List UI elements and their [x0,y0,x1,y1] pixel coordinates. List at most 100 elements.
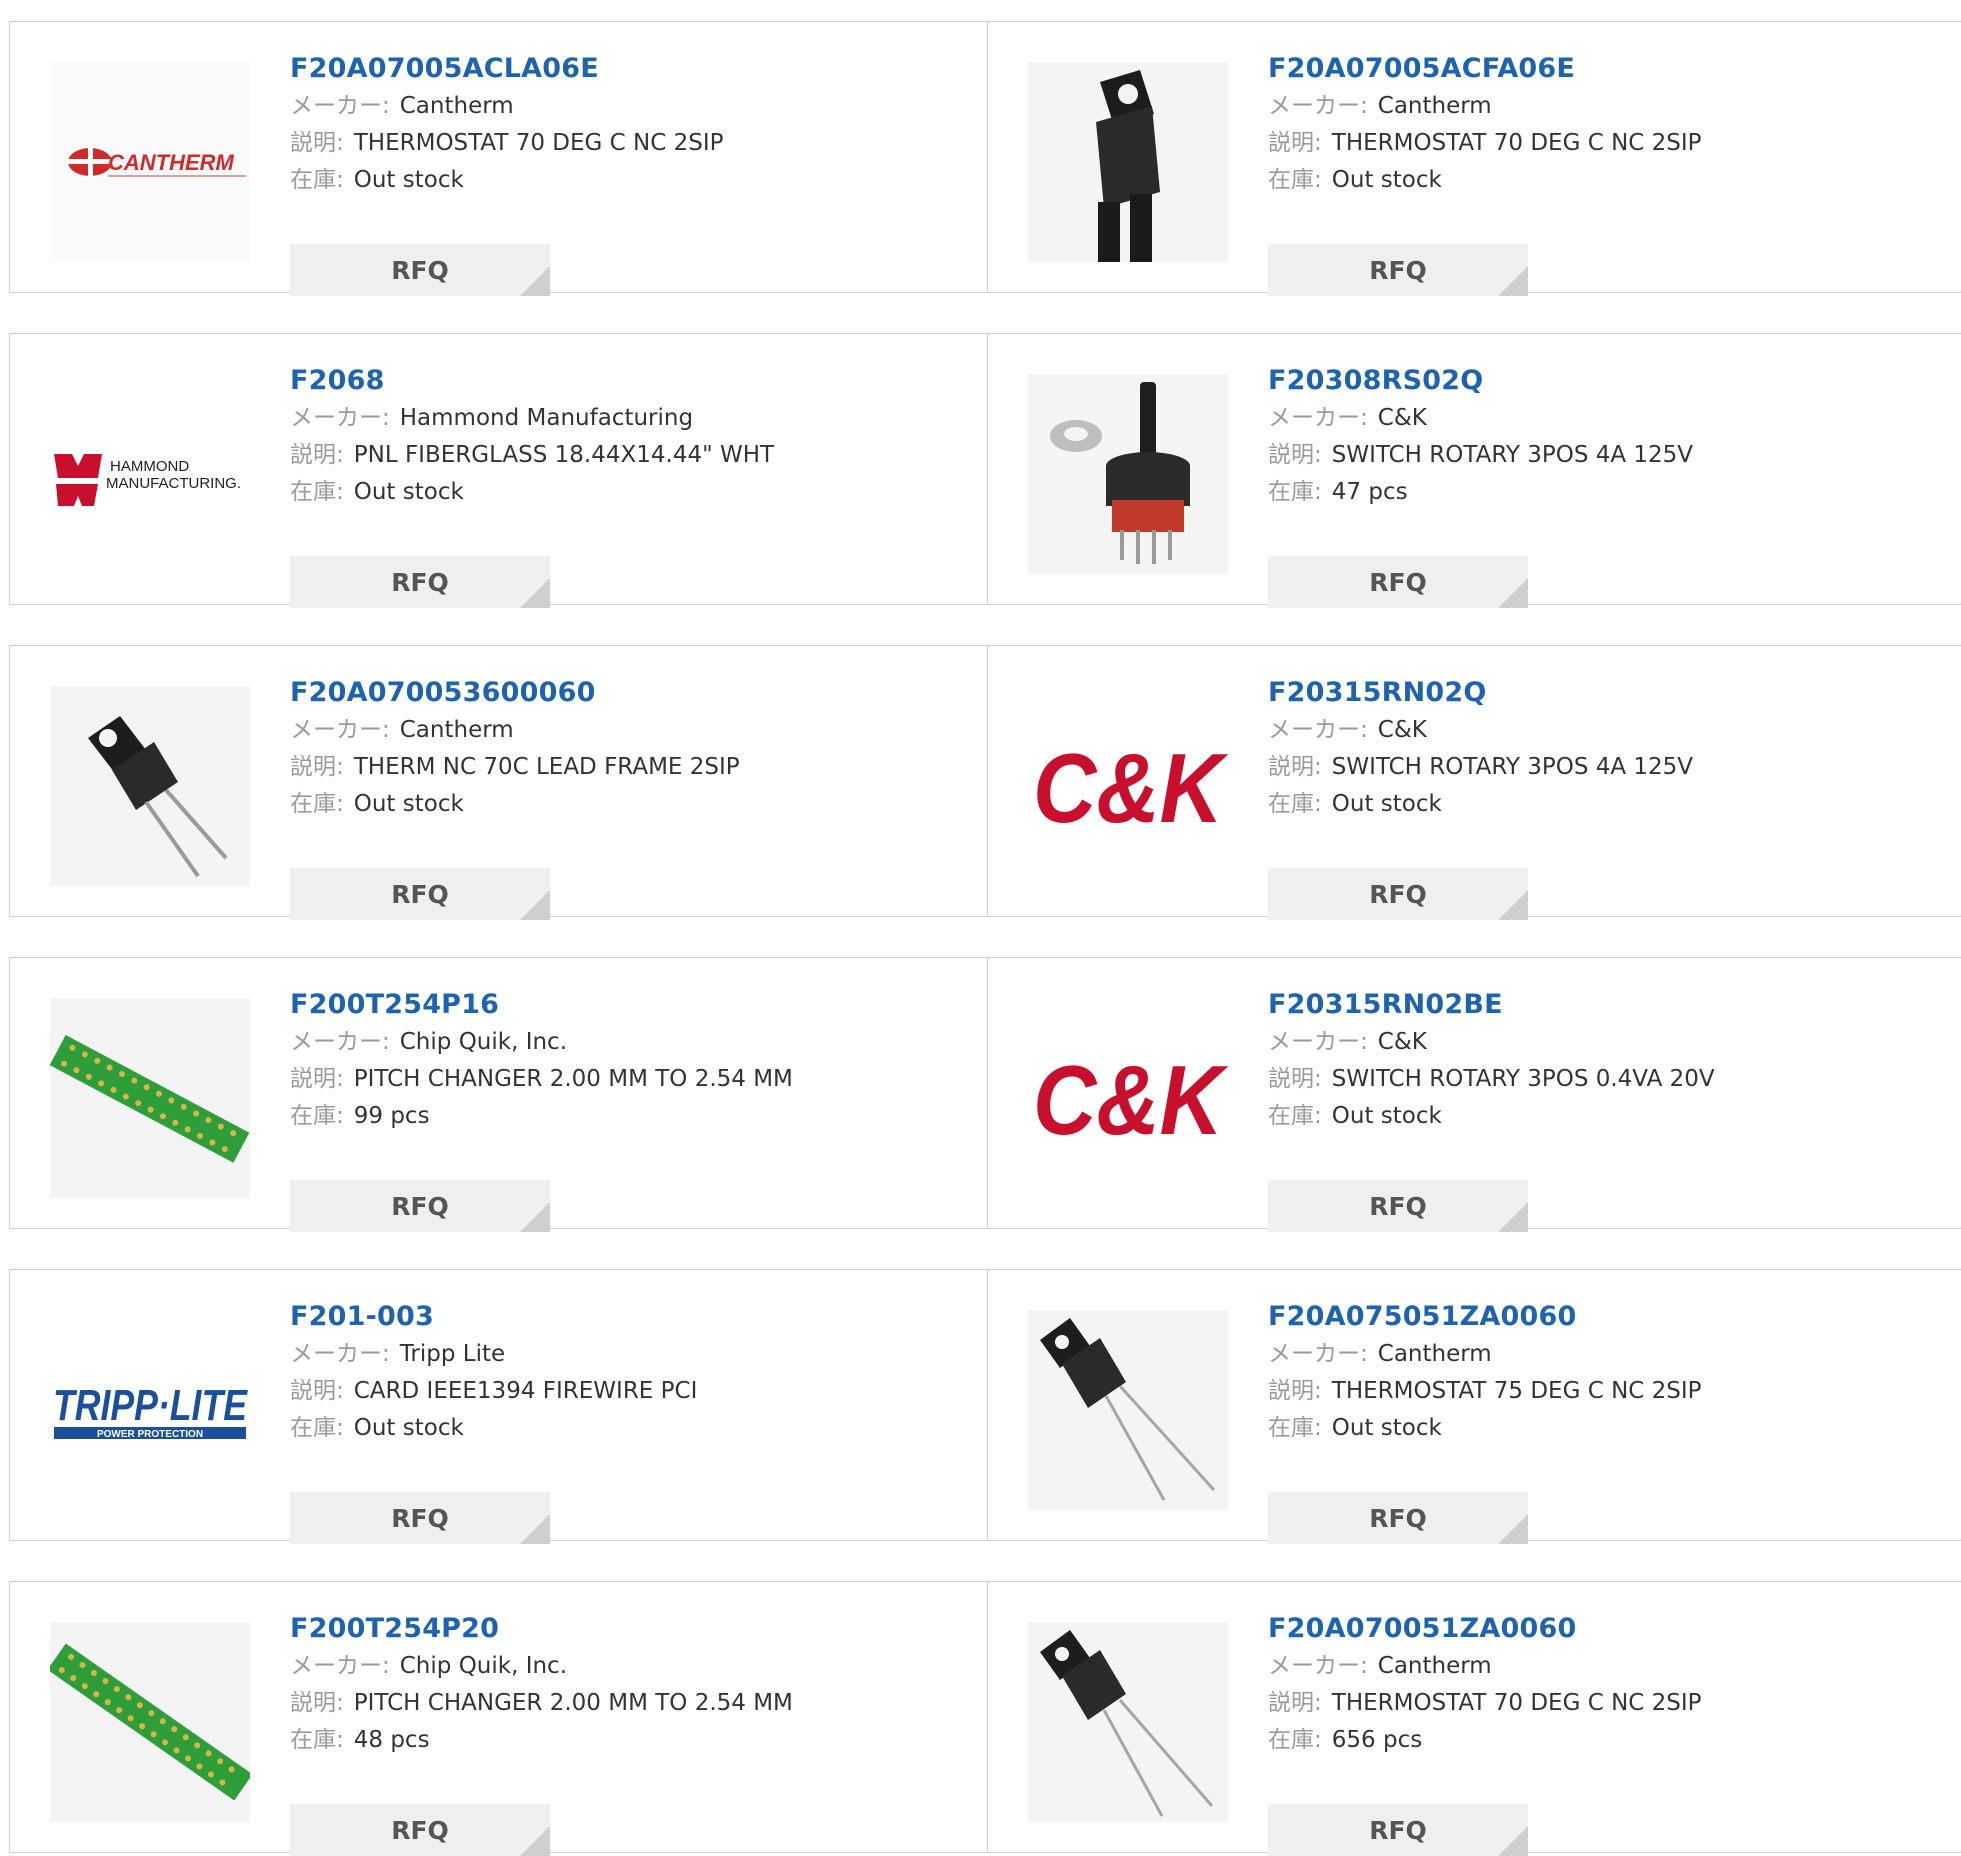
corner-triangle-icon [520,578,550,608]
corner-triangle-icon [1498,1826,1529,1856]
stock-label: 在庫: [1268,791,1322,817]
ck-logo[interactable]: C&K [1028,686,1229,886]
description-label: 説明: [290,754,344,780]
corner-triangle-icon [1498,1514,1529,1544]
rfq-button[interactable]: RFQ [290,868,550,920]
stock-label: 在庫: [1268,1727,1322,1753]
cantherm-logo[interactable]: CANTHERM [50,62,250,262]
part-number-link[interactable]: F20315RN02Q [1268,674,1693,712]
corner-triangle-icon [1498,890,1529,920]
stock-label: 在庫: [1268,479,1322,505]
corner-triangle-icon [520,1826,550,1856]
description-label: 説明: [290,1378,344,1404]
description-value: THERMOSTAT 70 DEG C NC 2SIP [1331,130,1702,156]
part-number-link[interactable]: F20A075051ZA0060 [1268,1298,1702,1336]
manufacturer-label: メーカー: [290,1029,390,1055]
rfq-label: RFQ [391,567,449,597]
description-value: PNL FIBERGLASS 18.44X14.44" WHT [353,442,775,468]
manufacturer-line: メーカー: Cantherm [290,88,724,125]
rfq-button[interactable]: RFQ [1268,556,1529,608]
thermostat-long-lead[interactable] [1028,1310,1229,1510]
stock-line: 在庫: 99 pcs [290,1098,793,1135]
manufacturer-line: メーカー: Hammond Manufacturing [290,400,774,437]
description-line: 説明: THERMOSTAT 70 DEG C NC 2SIP [1268,125,1702,162]
description-line: 説明: PNL FIBERGLASS 18.44X14.44" WHT [290,437,774,474]
rfq-label: RFQ [391,255,449,285]
rfq-button[interactable]: RFQ [1268,244,1529,296]
manufacturer-line: メーカー: Cantherm [1268,1648,1702,1685]
stock-value: Out stock [353,167,464,193]
rfq-button[interactable]: RFQ [1268,868,1529,920]
rfq-label: RFQ [1369,1815,1427,1845]
description-label: 説明: [1268,1690,1322,1716]
manufacturer-label: メーカー: [1268,1341,1368,1367]
description-value: THERMOSTAT 70 DEG C NC 2SIP [353,130,724,156]
rfq-button[interactable]: RFQ [290,1180,550,1232]
product-card: F20A075051ZA0060 メーカー: Cantherm 説明: THERMO… [987,1270,1961,1544]
rfq-button[interactable]: RFQ [290,1804,550,1856]
product-info: F20A070051ZA0060 メーカー: Cantherm 説明: THERMO… [1268,1610,1702,1856]
rotary-switch-photo[interactable] [1028,374,1229,574]
part-number-link[interactable]: F20A070051ZA0060 [1268,1610,1702,1648]
stock-line: 在庫: 48 pcs [290,1722,793,1759]
stock-label: 在庫: [290,1103,344,1129]
manufacturer-label: メーカー: [1268,717,1368,743]
part-number-link[interactable]: F201-003 [290,1298,697,1336]
stock-label: 在庫: [1268,1103,1322,1129]
stock-line: 在庫: Out stock [1268,162,1702,199]
stock-label: 在庫: [1268,1415,1322,1441]
description-line: 説明: THERM NC 70C LEAD FRAME 2SIP [290,749,740,786]
product-card: F20308RS02Q メーカー: C&K 説明: SWITCH ROTARY 3P… [987,334,1961,608]
rfq-button[interactable]: RFQ [290,556,550,608]
thermostat-black-lead[interactable] [1028,62,1229,262]
part-number-link[interactable]: F20A07005ACLA06E [290,50,724,88]
thermostat-long-lead[interactable] [1028,1622,1229,1822]
stock-value: Out stock [1331,791,1442,817]
stock-line: 在庫: 656 pcs [1268,1722,1702,1759]
description-label: 説明: [290,1690,344,1716]
rfq-button[interactable]: RFQ [290,1492,550,1544]
manufacturer-value: C&K [1377,1029,1427,1055]
manufacturer-label: メーカー: [1268,405,1368,431]
stock-label: 在庫: [290,791,344,817]
manufacturer-label: メーカー: [1268,1653,1368,1679]
manufacturer-line: メーカー: Cantherm [1268,88,1702,125]
pcb-adapter[interactable] [50,1622,250,1822]
rfq-button[interactable]: RFQ [1268,1492,1529,1544]
manufacturer-label: メーカー: [290,93,390,119]
stock-line: 在庫: Out stock [1268,1098,1715,1135]
part-number-link[interactable]: F20308RS02Q [1268,362,1693,400]
part-number-link[interactable]: F20315RN02BE [1268,986,1715,1024]
product-card: TRIPP·LITE POWER PROTECTION F201-003 メーカ… [10,1270,987,1544]
rfq-label: RFQ [1369,567,1427,597]
manufacturer-line: メーカー: Chip Quik, Inc. [290,1024,793,1061]
rfq-button[interactable]: RFQ [1268,1180,1529,1232]
description-value: THERMOSTAT 70 DEG C NC 2SIP [1331,1690,1702,1716]
corner-triangle-icon [520,1202,550,1232]
part-number-link[interactable]: F200T254P16 [290,986,793,1024]
description-line: 説明: SWITCH ROTARY 3POS 0.4VA 20V [1268,1061,1715,1098]
part-number-link[interactable]: F200T254P20 [290,1610,793,1648]
hammond-logo[interactable]: HAMMOND MANUFACTURING. [50,374,250,574]
part-number-link[interactable]: F20A070053600060 [290,674,740,712]
part-number-link[interactable]: F2068 [290,362,774,400]
product-info: F20A075051ZA0060 メーカー: Cantherm 説明: THERMO… [1268,1298,1702,1544]
pcb-adapter[interactable] [50,998,250,1198]
stock-label: 在庫: [290,167,344,193]
part-number-link[interactable]: F20A07005ACFA06E [1268,50,1702,88]
tripp-lite-logo[interactable]: TRIPP·LITE POWER PROTECTION [50,1310,250,1510]
product-info: F200T254P20 メーカー: Chip Quik, Inc. 説明: PITC… [290,1610,793,1856]
product-card: HAMMOND MANUFACTURING. F2068 メーカー: Hammon… [10,334,987,608]
rfq-button[interactable]: RFQ [1268,1804,1529,1856]
description-label: 説明: [290,1066,344,1092]
manufacturer-value: C&K [1377,405,1427,431]
manufacturer-value: Cantherm [1377,1341,1492,1367]
product-card: F200T254P16 メーカー: Chip Quik, Inc. 説明: PITC… [10,958,987,1232]
product-card: C&K F20315RN02BE メーカー: C&K 説明: SWITCH ROTA… [987,958,1961,1232]
thermostat-two-pin[interactable] [50,686,250,886]
rfq-button[interactable]: RFQ [290,244,550,296]
ck-logo[interactable]: C&K [1028,998,1229,1198]
product-card: CANTHERM F20A07005ACLA06E メーカー: Cantherm … [10,22,987,296]
rfq-label: RFQ [391,1503,449,1533]
rfq-label: RFQ [391,1815,449,1845]
